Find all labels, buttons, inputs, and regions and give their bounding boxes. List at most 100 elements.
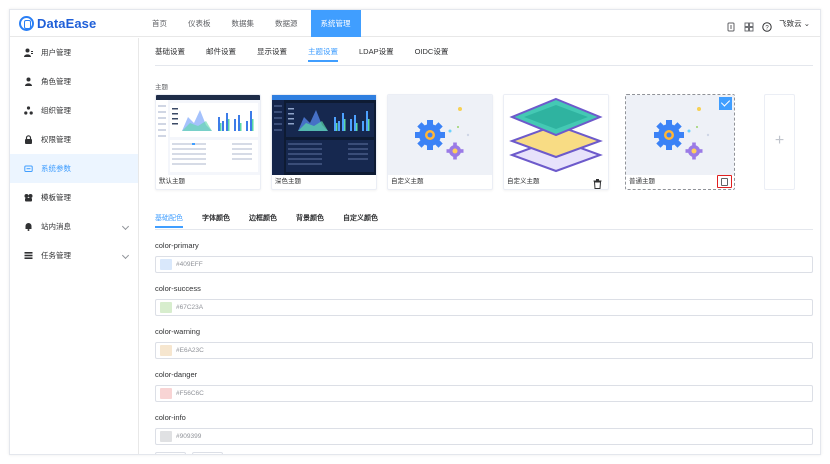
user-icon (24, 48, 33, 57)
field-label: color-primary (155, 241, 199, 250)
user-name: 飞致云 (779, 19, 802, 28)
color-tabs-divider (155, 229, 813, 230)
color-field-info: color-info #909399 (155, 413, 813, 445)
theme-section-label: 主题 (155, 84, 168, 91)
tab-basic[interactable]: 基础设置 (155, 46, 185, 62)
tab-ldap[interactable]: LDAP设置 (359, 46, 394, 62)
field-label: color-danger (155, 370, 198, 379)
role-icon (24, 77, 33, 86)
logo[interactable]: DataEase (19, 14, 96, 33)
color-swatch[interactable] (160, 388, 172, 399)
theme-name: 自定义主题 (391, 178, 424, 185)
color-swatch[interactable] (160, 302, 172, 313)
field-value: #409EFF (176, 261, 203, 268)
nav-system-admin[interactable]: 系统管理 (310, 10, 361, 37)
color-input[interactable]: #67C23A (155, 299, 813, 316)
nav-dataset[interactable]: 数据集 (224, 10, 263, 37)
theme-thumbnail (388, 95, 492, 175)
field-value: #909399 (176, 433, 202, 440)
settings-icon (24, 164, 33, 173)
field-value: #F56C6C (176, 390, 204, 397)
sidebar-item-label: 站内消息 (41, 222, 71, 231)
color-input[interactable]: #909399 (155, 428, 813, 445)
color-swatch[interactable] (160, 431, 172, 442)
theme-name: 默认主题 (159, 178, 185, 185)
sidebar-item-templates[interactable]: 模板管理 (10, 183, 138, 212)
theme-card-custom-layers[interactable]: 自定义主题 (503, 94, 609, 190)
bell-icon (24, 222, 33, 231)
sidebar-item-label: 权限管理 (41, 135, 71, 144)
selected-checkbox[interactable] (719, 97, 732, 110)
theme-thumbnail (156, 95, 260, 175)
help-icon[interactable]: ? (762, 19, 772, 32)
tab-base-colors[interactable]: 基础配色 (155, 213, 183, 228)
color-swatch[interactable] (160, 259, 172, 270)
field-value: #E6A23C (176, 347, 204, 354)
color-input[interactable]: #F56C6C (155, 385, 813, 402)
dashboard-icon[interactable] (726, 19, 736, 31)
logo-icon (19, 16, 34, 31)
nav-home[interactable]: 首页 (144, 10, 175, 37)
tab-background-colors[interactable]: 背景颜色 (296, 213, 324, 228)
copy-icon[interactable] (717, 175, 732, 188)
color-input[interactable]: #E6A23C (155, 342, 813, 359)
logo-text: DataEase (37, 16, 97, 31)
settings-tabs: 基础设置 邮件设置 显示设置 主题设置 LDAP设置 OIDC设置 (155, 46, 469, 62)
tab-oidc[interactable]: OIDC设置 (415, 46, 449, 62)
delete-icon[interactable] (593, 176, 602, 189)
theme-name: 自定义主题 (507, 178, 540, 185)
edit-button[interactable]: 编辑 (155, 452, 186, 454)
color-field-danger: color-danger #F56C6C (155, 370, 813, 402)
sidebar-item-permissions[interactable]: 权限管理 (10, 125, 138, 154)
field-label: color-success (155, 284, 201, 293)
color-field-success: color-success #67C23A (155, 284, 813, 316)
template-icon (24, 193, 33, 202)
tab-font-colors[interactable]: 字体颜色 (202, 213, 230, 228)
theme-card-dark[interactable]: 深色主题 (271, 94, 377, 190)
sidebar-item-roles[interactable]: 角色管理 (10, 67, 138, 96)
nav-datasource[interactable]: 数据源 (267, 10, 306, 37)
color-swatch[interactable] (160, 345, 172, 356)
org-icon (24, 106, 33, 115)
lock-icon (24, 135, 33, 144)
theme-card-normal[interactable]: 普通主题 (625, 94, 735, 190)
color-field-warning: color-warning #E6A23C (155, 327, 813, 359)
tab-custom-colors[interactable]: 自定义颜色 (343, 213, 378, 228)
chevron-down-icon[interactable] (121, 251, 130, 260)
top-header: DataEase 首页 仪表板 数据集 数据源 系统管理 ? 飞致云 ⌄ (10, 10, 820, 37)
sidebar-item-org[interactable]: 组织管理 (10, 96, 138, 125)
field-value: #67C23A (176, 304, 204, 311)
theme-card-custom[interactable]: 自定义主题 (387, 94, 493, 190)
tab-border-colors[interactable]: 边框颜色 (249, 213, 277, 228)
sidebar-item-users[interactable]: 用户管理 (10, 38, 138, 67)
color-tabs: 基础配色 字体颜色 边框颜色 背景颜色 自定义颜色 (155, 213, 397, 228)
task-icon (24, 251, 33, 260)
sidebar-item-label: 用户管理 (41, 48, 71, 57)
nav-dashboard[interactable]: 仪表板 (180, 10, 219, 37)
theme-thumbnail (626, 95, 734, 175)
top-nav: 首页 仪表板 数据集 数据源 系统管理 (144, 10, 366, 37)
add-theme-button[interactable]: + (764, 94, 795, 190)
grid-icon[interactable] (744, 19, 754, 31)
field-label: color-info (155, 413, 186, 422)
sidebar-item-messages[interactable]: 站内消息 (10, 212, 138, 241)
theme-thumbnail (272, 95, 376, 175)
sidebar: 用户管理 角色管理 组织管理 权限管理 系统参数 模板管理 站内消息 任务管理 (10, 38, 139, 454)
apply-button[interactable]: 应用 (192, 452, 223, 454)
theme-card-default[interactable]: 默认主题 (155, 94, 261, 190)
sidebar-item-label: 系统参数 (41, 164, 71, 173)
color-field-primary: color-primary #409EFF (155, 241, 813, 273)
sidebar-item-label: 模板管理 (41, 193, 71, 202)
header-actions: ? 飞致云 ⌄ (718, 10, 810, 37)
tab-theme[interactable]: 主题设置 (308, 46, 338, 62)
tab-email[interactable]: 邮件设置 (206, 46, 236, 62)
sidebar-item-tasks[interactable]: 任务管理 (10, 241, 138, 270)
chevron-down-icon[interactable] (121, 222, 130, 231)
app-window: DataEase 首页 仪表板 数据集 数据源 系统管理 ? 飞致云 ⌄ 用户管… (9, 9, 821, 455)
color-input[interactable]: #409EFF (155, 256, 813, 273)
user-menu[interactable]: 飞致云 ⌄ (779, 18, 810, 29)
field-label: color-warning (155, 327, 201, 336)
sidebar-item-label: 组织管理 (41, 106, 71, 115)
tab-display[interactable]: 显示设置 (257, 46, 287, 62)
sidebar-item-system-params[interactable]: 系统参数 (10, 154, 138, 183)
